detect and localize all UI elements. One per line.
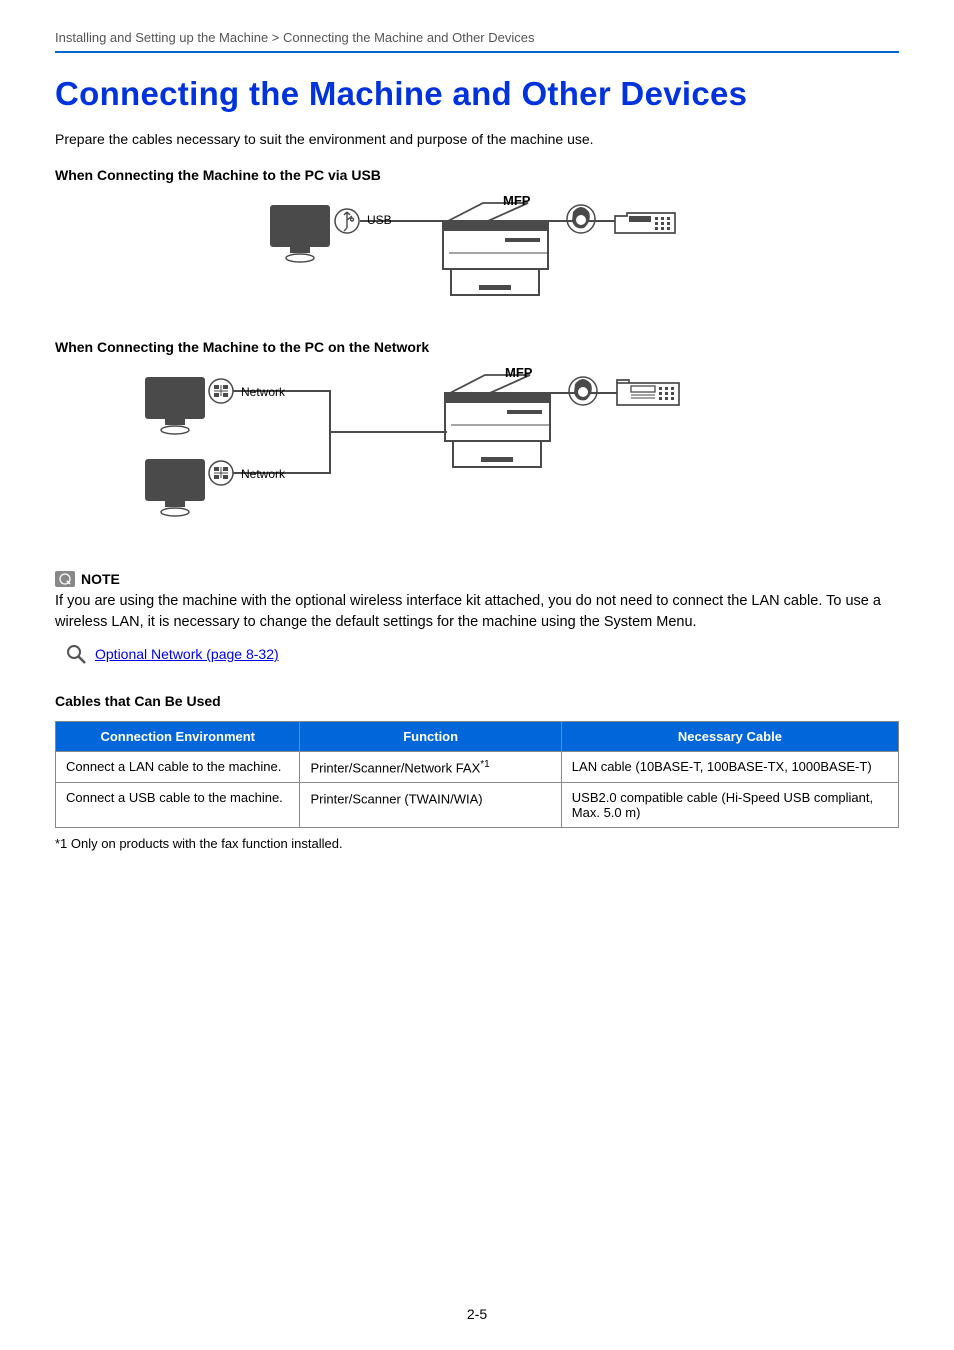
page-title: Connecting the Machine and Other Devices: [55, 75, 899, 113]
phone-base-icon-net: [617, 380, 679, 405]
table-row: Connect a USB cable to the machine. Prin…: [56, 783, 899, 828]
mfp-label: MFP: [503, 193, 530, 208]
mfp-label-net: MFP: [505, 365, 532, 380]
th-env: Connection Environment: [56, 722, 300, 752]
usb-connector-icon: [335, 209, 359, 233]
subheading-usb: When Connecting the Machine to the PC vi…: [55, 167, 899, 183]
note-header: NOTE: [55, 571, 899, 587]
cell-env-0: Connect a LAN cable to the machine.: [56, 752, 300, 783]
network-icon-1: [209, 379, 233, 403]
pc-icon: [270, 205, 330, 262]
diagram-usb: MFP USB: [55, 195, 899, 325]
page-number: 2-5: [467, 1306, 487, 1322]
network-icon-2: [209, 461, 233, 485]
network-diagram-svg: [55, 367, 755, 552]
cables-table: Connection Environment Function Necessar…: [55, 721, 899, 828]
footnote: *1 Only on products with the fax functio…: [55, 836, 899, 851]
magnifier-icon: [65, 643, 87, 665]
breadcrumb: Installing and Setting up the Machine > …: [55, 30, 899, 45]
note-title: NOTE: [81, 571, 120, 587]
th-func: Function: [300, 722, 561, 752]
cell-func-1: Printer/Scanner (TWAIN/WIA): [300, 783, 561, 828]
mfp-printer-icon-net: [445, 375, 550, 467]
diagram-network: MFP Network Network: [55, 367, 899, 557]
pc-icon-net-2: [145, 459, 205, 516]
cell-cable-1: USB2.0 compatible cable (Hi-Speed USB co…: [561, 783, 898, 828]
cables-heading: Cables that Can Be Used: [55, 693, 899, 709]
table-header-row: Connection Environment Function Necessar…: [56, 722, 899, 752]
note-icon: [55, 571, 75, 587]
network-cable-path: [233, 391, 447, 473]
usb-diagram-svg: [55, 195, 755, 325]
usb-label: USB: [367, 213, 392, 227]
note-link-row: Optional Network (page 8-32): [65, 643, 899, 665]
intro-text: Prepare the cables necessary to suit the…: [55, 131, 899, 147]
pc-icon-net-1: [145, 377, 205, 434]
network-label-1: Network: [241, 385, 285, 399]
note-body: If you are using the machine with the op…: [55, 591, 899, 633]
phone-base-icon: [615, 213, 675, 233]
optional-network-link[interactable]: Optional Network (page 8-32): [95, 646, 279, 662]
cell-func-0: Printer/Scanner/Network FAX*1: [300, 752, 561, 783]
cell-cable-0: LAN cable (10BASE-T, 100BASE-TX, 1000BAS…: [561, 752, 898, 783]
network-label-2: Network: [241, 467, 285, 481]
th-cable: Necessary Cable: [561, 722, 898, 752]
mfp-printer-icon: [443, 203, 548, 295]
phone-handset-icon: [567, 205, 595, 233]
note-box: NOTE If you are using the machine with t…: [55, 571, 899, 665]
table-row: Connect a LAN cable to the machine. Prin…: [56, 752, 899, 783]
cell-env-1: Connect a USB cable to the machine.: [56, 783, 300, 828]
header-divider: [55, 51, 899, 53]
phone-handset-icon-net: [569, 377, 597, 405]
subheading-network: When Connecting the Machine to the PC on…: [55, 339, 899, 355]
